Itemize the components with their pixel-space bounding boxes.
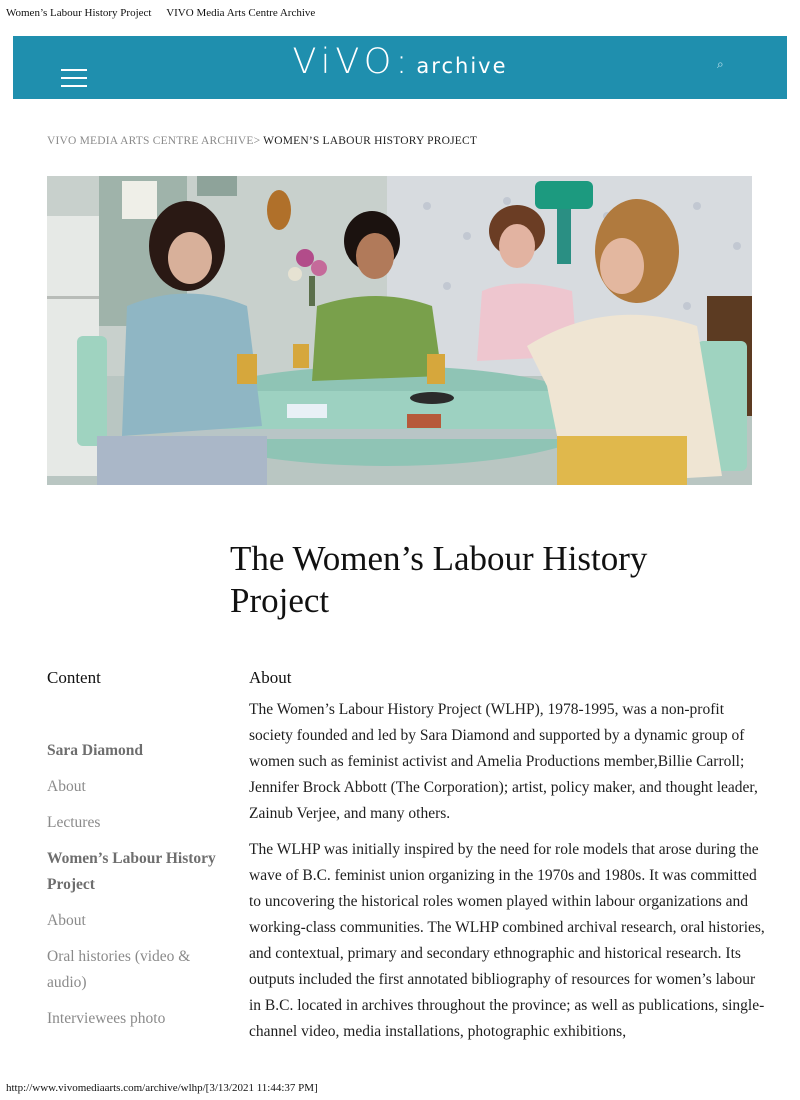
logo-sub: archive — [416, 54, 508, 78]
top-navigation-bar: ViVO: archive ⌕ — [13, 36, 787, 99]
sidebar-list: Sara Diamond About Lectures Women’s Labo… — [47, 738, 227, 1042]
sidebar-item-interviewees-photo[interactable]: Interviewees photo — [47, 1006, 227, 1032]
hero-photo — [47, 176, 752, 485]
sidebar-item-lectures[interactable]: Lectures — [47, 810, 227, 836]
site-logo[interactable]: ViVO: archive — [13, 42, 787, 82]
breadcrumb: VIVO MEDIA ARTS CENTRE ARCHIVE> WOMEN’S … — [47, 135, 477, 147]
logo-main: ViVO: — [292, 42, 413, 82]
print-footer-url: http://www.vivomediaarts.com/archive/wlh… — [6, 1082, 318, 1094]
search-icon[interactable]: ⌕ — [717, 58, 729, 70]
section-heading: About — [249, 668, 292, 687]
breadcrumb-root-link[interactable]: VIVO MEDIA ARTS CENTRE ARCHIVE — [47, 135, 254, 147]
main-content: About The Women’s Labour History Project… — [249, 668, 769, 1045]
sidebar-item-about-wlhp[interactable]: About — [47, 908, 227, 934]
breadcrumb-current: WOMEN’S LABOUR HISTORY PROJECT — [263, 135, 478, 147]
sidebar-item-sara-diamond[interactable]: Sara Diamond — [47, 738, 227, 764]
breadcrumb-separator: > — [253, 135, 261, 147]
paragraph: The Women’s Labour History Project (WLHP… — [249, 701, 758, 822]
sidebar-heading: Content — [47, 668, 101, 687]
paragraph: The WLHP was initially inspired by the n… — [249, 841, 765, 1040]
sidebar-item-oral-histories[interactable]: Oral histories (video & audio) — [47, 944, 227, 996]
print-header: Women’s Labour History Project VIVO Medi… — [6, 7, 315, 19]
sidebar-item-about-sara[interactable]: About — [47, 774, 227, 800]
sidebar: Content Sara Diamond About Lectures Wome… — [47, 668, 227, 1027]
print-page-title: Women’s Labour History Project — [6, 7, 152, 19]
print-site-title: VIVO Media Arts Centre Archive — [166, 7, 316, 19]
sidebar-item-wlhp[interactable]: Women’s Labour History Project — [47, 846, 227, 898]
hero-photo-illustration — [47, 176, 752, 485]
page-title: The Women’s Labour History Project — [230, 539, 648, 620]
